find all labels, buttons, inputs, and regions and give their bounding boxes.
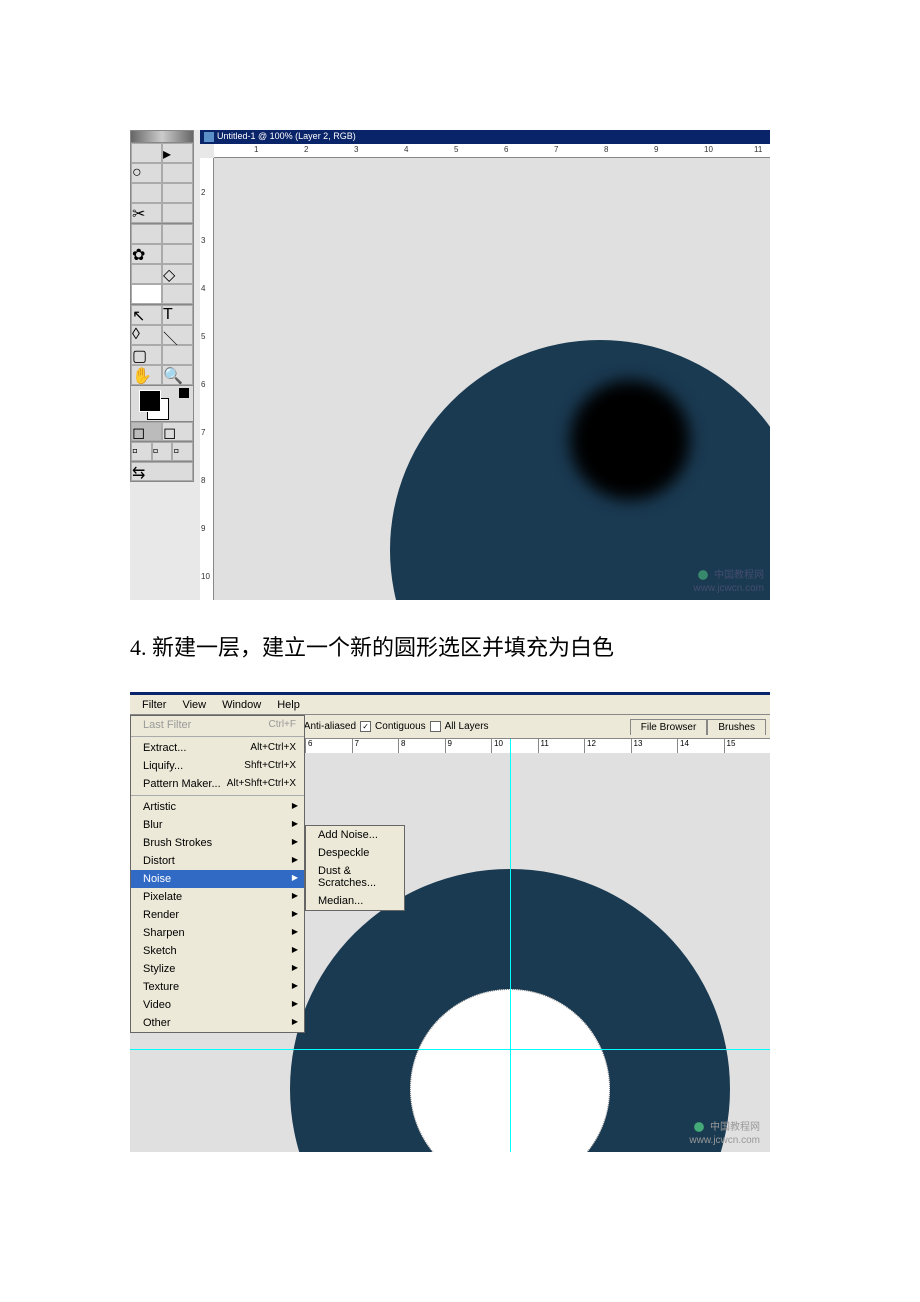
document-title-bar: Untitled-1 @ 100% (Layer 2, RGB) bbox=[200, 130, 770, 144]
noise-submenu: Add Noise... Despeckle Dust & Scratches.… bbox=[305, 825, 405, 911]
submenu-add-noise[interactable]: Add Noise... bbox=[306, 826, 404, 844]
menu-sketch[interactable]: Sketch▶ bbox=[131, 942, 304, 960]
submenu-median[interactable]: Median... bbox=[306, 892, 404, 910]
menu-video[interactable]: Video▶ bbox=[131, 996, 304, 1014]
brush-tool-icon[interactable] bbox=[131, 224, 162, 244]
menu-brush-strokes[interactable]: Brush Strokes▶ bbox=[131, 834, 304, 852]
menu-distort[interactable]: Distort▶ bbox=[131, 852, 304, 870]
path-tool-icon[interactable]: ↖ bbox=[131, 305, 162, 325]
screen-mode-2-icon[interactable]: ▫ bbox=[152, 442, 173, 461]
pen-tool-icon[interactable]: ◊ bbox=[131, 325, 162, 345]
screen-mode-1-icon[interactable]: ▫ bbox=[131, 442, 152, 461]
toolbox-header bbox=[131, 131, 193, 143]
hand-tool-icon[interactable]: ✋ bbox=[131, 365, 162, 385]
menu-render[interactable]: Render▶ bbox=[131, 906, 304, 924]
tab-file-browser[interactable]: File Browser bbox=[630, 719, 708, 735]
toolbox: ▸ ○ ✂ ✿ ◇ ↖T ◊＼ ▢ ✋🔍 ◻◻ bbox=[130, 130, 194, 482]
watermark-url: www.jcwcn.com bbox=[693, 583, 764, 594]
type-tool-icon[interactable]: T bbox=[162, 305, 193, 325]
vertical-ruler: 2345678910 bbox=[200, 158, 214, 600]
black-splat-shape bbox=[570, 380, 690, 500]
marquee-tool-icon[interactable]: ▸ bbox=[162, 143, 193, 163]
bucket-tool-icon[interactable]: ◇ bbox=[162, 264, 193, 284]
horizontal-ruler-2: 6789101112131415 bbox=[305, 739, 770, 753]
canvas[interactable]: 中国教程网 www.jcwcn.com bbox=[214, 158, 770, 600]
horizontal-ruler: 1234567891011 bbox=[214, 144, 770, 158]
contiguous-checkbox[interactable]: ✓ bbox=[360, 721, 371, 732]
crop-tool-icon[interactable] bbox=[162, 183, 193, 203]
anti-aliased-label: Anti-aliased bbox=[304, 721, 356, 732]
watermark-logo-icon bbox=[695, 567, 711, 583]
move-tool-icon[interactable] bbox=[131, 143, 162, 163]
menu-noise[interactable]: Noise▶ bbox=[131, 870, 304, 888]
tab-brushes[interactable]: Brushes bbox=[707, 719, 766, 735]
submenu-despeckle[interactable]: Despeckle bbox=[306, 844, 404, 862]
menu-other[interactable]: Other▶ bbox=[131, 1014, 304, 1032]
document-title: Untitled-1 @ 100% (Layer 2, RGB) bbox=[217, 131, 356, 141]
all-layers-checkbox[interactable] bbox=[430, 721, 441, 732]
horizontal-guide[interactable] bbox=[130, 1049, 770, 1050]
standard-mode-icon[interactable]: ◻ bbox=[131, 422, 162, 441]
menu-stylize[interactable]: Stylize▶ bbox=[131, 960, 304, 978]
menu-pattern-maker[interactable]: Pattern Maker...Alt+Shft+Ctrl+X bbox=[131, 775, 304, 793]
tutorial-step-text: 4. 新建一层，建立一个新的圆形选区并填充为白色 bbox=[130, 630, 880, 662]
vertical-guide[interactable] bbox=[510, 739, 511, 1152]
menu-last-filter: Last FilterCtrl+F bbox=[131, 716, 304, 734]
color-swatches[interactable] bbox=[131, 385, 193, 421]
zoom-tool-icon[interactable]: 🔍 bbox=[162, 365, 193, 385]
notes-tool-icon[interactable]: ▢ bbox=[131, 345, 162, 365]
ellipse-tool-icon[interactable]: ○ bbox=[131, 163, 162, 183]
filter-dropdown-menu: Last FilterCtrl+F Extract...Alt+Ctrl+X L… bbox=[130, 715, 305, 1033]
menu-pixelate[interactable]: Pixelate▶ bbox=[131, 888, 304, 906]
menu-filter[interactable]: Filter bbox=[134, 697, 174, 713]
submenu-dust-scratches[interactable]: Dust & Scratches... bbox=[306, 862, 404, 892]
eyedropper-icon[interactable] bbox=[162, 345, 193, 365]
quickmask-icon[interactable]: ◻ bbox=[162, 422, 193, 441]
shape-tool-icon[interactable]: ＼ bbox=[162, 325, 193, 345]
eraser-tool-icon[interactable] bbox=[131, 264, 162, 284]
menu-artistic[interactable]: Artistic▶ bbox=[131, 798, 304, 816]
stamp-tool-icon[interactable]: ✿ bbox=[131, 244, 162, 264]
dodge-tool-icon[interactable] bbox=[162, 284, 193, 304]
screen-mode-3-icon[interactable]: ▫ bbox=[172, 442, 193, 461]
screenshot-canvas-view: Untitled-1 @ 100% (Layer 2, RGB) ▸ ○ ✂ ✿… bbox=[130, 130, 770, 600]
history-brush-icon[interactable] bbox=[162, 244, 193, 264]
menubar: Filter View Window Help bbox=[130, 695, 770, 715]
menu-liquify[interactable]: Liquify...Shft+Ctrl+X bbox=[131, 757, 304, 775]
menu-texture[interactable]: Texture▶ bbox=[131, 978, 304, 996]
menu-window[interactable]: Window bbox=[214, 697, 269, 713]
menu-blur[interactable]: Blur▶ bbox=[131, 816, 304, 834]
healing-tool-icon[interactable] bbox=[162, 203, 193, 223]
screenshot-filter-menu: Filter View Window Help pacity: 100% ▸ T… bbox=[130, 692, 770, 1152]
contiguous-label: Contiguous bbox=[375, 721, 426, 732]
pencil-tool-icon[interactable] bbox=[162, 224, 193, 244]
watermark-logo-2-icon bbox=[691, 1119, 707, 1135]
menu-sharpen[interactable]: Sharpen▶ bbox=[131, 924, 304, 942]
swap-colors-icon[interactable] bbox=[179, 388, 189, 398]
menu-extract[interactable]: Extract...Alt+Ctrl+X bbox=[131, 739, 304, 757]
slice-tool-icon[interactable]: ✂ bbox=[131, 203, 162, 223]
wand-tool-icon[interactable] bbox=[131, 183, 162, 203]
canvas-area: 1234567891011 2345678910 中国教程网 www.jcwcn… bbox=[200, 144, 770, 600]
menu-help[interactable]: Help bbox=[269, 697, 308, 713]
watermark-2: 中国教程网 www.jcwcn.com bbox=[689, 1118, 760, 1146]
ps-doc-icon bbox=[204, 132, 214, 142]
watermark: 中国教程网 www.jcwcn.com bbox=[693, 566, 764, 594]
blur-tool-icon[interactable] bbox=[131, 284, 162, 304]
lasso-tool-icon[interactable] bbox=[162, 163, 193, 183]
menu-view[interactable]: View bbox=[174, 697, 214, 713]
foreground-swatch[interactable] bbox=[139, 390, 161, 412]
all-layers-label: All Layers bbox=[445, 721, 489, 732]
watermark-text: 中国教程网 bbox=[714, 570, 764, 581]
jump-to-icon[interactable]: ⇆ bbox=[131, 462, 193, 481]
panel-tabs: File Browser Brushes bbox=[630, 719, 766, 735]
